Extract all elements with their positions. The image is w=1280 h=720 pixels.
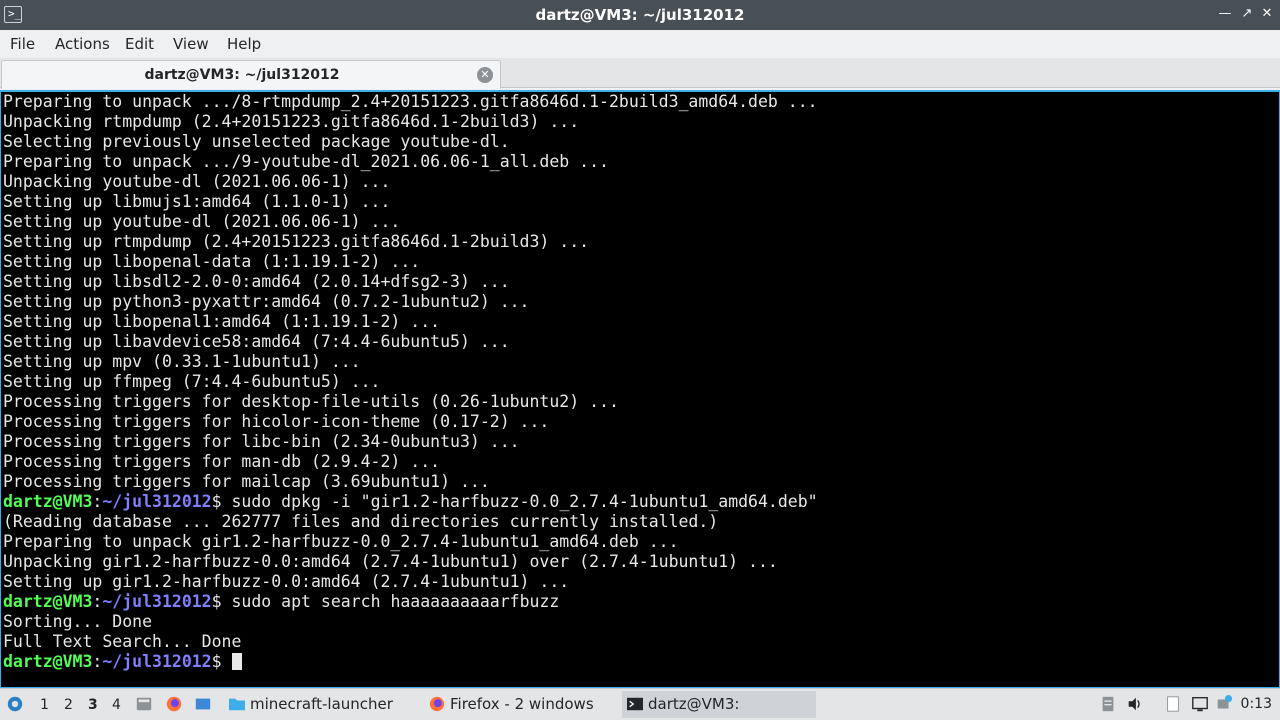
window-title: dartz@VM3: ~/jul312012 [535, 6, 745, 24]
prompt-path: ~/jul312012 [102, 652, 212, 671]
output-line: Setting up libmujs1:amd64 (1.1.0-1) ... [3, 192, 391, 211]
output-line: Preparing to unpack .../8-rtmpdump_2.4+2… [3, 92, 818, 111]
close-button[interactable]: ✕ [1258, 5, 1276, 23]
volume-icon[interactable] [1126, 695, 1144, 713]
output-line: Unpacking gir1.2-harfbuzz-0.0:amd64 (2.7… [3, 552, 778, 571]
task-label: minecraft-launcher [250, 695, 393, 713]
task-minecraft-launcher[interactable]: minecraft-launcher [224, 691, 416, 718]
output-line: Selecting previously unselected package … [3, 132, 510, 151]
workspace-1[interactable]: 1 [40, 697, 49, 713]
workspace-4[interactable]: 4 [112, 697, 121, 713]
output-line: Setting up libsdl2-2.0-0:amd64 (2.0.14+d… [3, 272, 510, 291]
output-line: Unpacking rtmpdump (2.4+20151223.gitfa86… [3, 112, 580, 131]
prompt-separator: : [92, 652, 103, 671]
menu-bar: File Actions Edit View Help [0, 30, 1280, 58]
output-line: Preparing to unpack gir1.2-harfbuzz-0.0_… [3, 532, 679, 551]
prompt-separator: : [92, 592, 103, 611]
output-line: Setting up rtmpdump (2.4+20151223.gitfa8… [3, 232, 590, 251]
workspace-3[interactable]: 3 [88, 697, 98, 713]
output-line: Full Text Search... Done [3, 632, 242, 651]
prompt-user: dartz@VM3 [3, 652, 93, 671]
prompt-symbol: $ [211, 492, 222, 511]
task-firefox[interactable]: Firefox - 2 windows [424, 691, 614, 718]
app-menu-icon[interactable] [6, 695, 24, 713]
network-icon[interactable] [1215, 695, 1233, 713]
maximize-button[interactable]: ↗ [1238, 5, 1256, 23]
prompt-user: dartz@VM3 [3, 592, 93, 611]
output-line: Setting up gir1.2-harfbuzz-0.0:amd64 (2.… [3, 572, 570, 591]
tab-bar: dartz@VM3: ~/jul312012 ✕ [0, 58, 1280, 89]
terminal-output: Preparing to unpack .../8-rtmpdump_2.4+2… [3, 92, 818, 672]
prompt-path: ~/jul312012 [102, 492, 212, 511]
prompt-path: ~/jul312012 [102, 592, 212, 611]
command-text: sudo dpkg -i "gir1.2-harfbuzz-0.0_2.7.4-… [221, 492, 818, 511]
menu-file[interactable]: File [10, 35, 35, 53]
desktop-launcher-icon[interactable] [194, 695, 212, 713]
prompt-separator: : [92, 492, 103, 511]
output-line: (Reading database ... 262777 files and d… [3, 512, 719, 531]
output-line: Setting up libopenal-data (1:1.19.1-2) .… [3, 252, 421, 271]
prompt-symbol: $ [211, 652, 222, 671]
window-titlebar[interactable]: >_ dartz@VM3: ~/jul312012 — ↗ ✕ [0, 0, 1280, 30]
taskbar: 1 2 3 4 minecraft-launcher Firefox - 2 w… [0, 688, 1280, 720]
task-terminal[interactable]: dartz@VM3: ~/jul312... [622, 691, 816, 718]
terminal-icon [627, 697, 643, 711]
output-line: Processing triggers for libc-bin (2.34-0… [3, 432, 520, 451]
notes-icon[interactable] [1164, 695, 1182, 713]
firefox-launcher-icon[interactable] [165, 695, 183, 713]
firefox-icon [429, 696, 445, 712]
output-line: Setting up libopenal1:amd64 (1:1.19.1-2)… [3, 312, 441, 331]
prompt-line: dartz@VM3:~/jul312012$ [3, 652, 818, 672]
output-line: Setting up youtube-dl (2021.06.06-1) ... [3, 212, 401, 231]
prompt-line: dartz@VM3:~/jul312012$ sudo dpkg -i "gir… [3, 492, 818, 512]
menu-actions[interactable]: Actions [55, 35, 110, 53]
menu-help[interactable]: Help [227, 35, 261, 53]
command-text [222, 652, 232, 671]
screen-icon[interactable] [1191, 695, 1209, 713]
clipboard-icon[interactable] [1099, 695, 1117, 713]
terminal-cursor [231, 653, 242, 670]
menu-view[interactable]: View [173, 35, 209, 53]
output-line: Setting up ffmpeg (7:4.4-6ubuntu5) ... [3, 372, 381, 391]
output-line: Setting up libavdevice58:amd64 (7:4.4-6u… [3, 332, 510, 351]
output-line: Setting up mpv (0.33.1-1ubuntu1) ... [3, 352, 361, 371]
output-line: Processing triggers for mailcap (3.69ubu… [3, 472, 490, 491]
output-line: Sorting... Done [3, 612, 153, 631]
task-label: Firefox - 2 windows [450, 695, 594, 713]
tab-terminal[interactable]: dartz@VM3: ~/jul312012 ✕ [1, 60, 501, 89]
output-line: Processing triggers for hicolor-icon-the… [3, 412, 550, 431]
prompt-user: dartz@VM3 [3, 492, 93, 511]
folder-icon [229, 698, 245, 711]
output-line: Processing triggers for desktop-file-uti… [3, 392, 619, 411]
output-line: Processing triggers for man-db (2.9.4-2)… [3, 452, 441, 471]
prompt-symbol: $ [211, 592, 222, 611]
output-line: Setting up python3-pyxattr:amd64 (0.7.2-… [3, 292, 530, 311]
terminal-view[interactable]: Preparing to unpack .../8-rtmpdump_2.4+2… [0, 90, 1280, 688]
minimize-button[interactable]: — [1216, 5, 1234, 23]
task-label: dartz@VM3: ~/jul312... [648, 695, 740, 713]
output-line: Unpacking youtube-dl (2021.06.06-1) ... [3, 172, 391, 191]
clock[interactable]: 0:13 [1241, 696, 1272, 712]
workspace-2[interactable]: 2 [64, 697, 73, 713]
output-line: Preparing to unpack .../9-youtube-dl_202… [3, 152, 609, 171]
show-desktop-icon[interactable] [135, 695, 153, 713]
tab-label: dartz@VM3: ~/jul312012 [144, 67, 340, 83]
command-text: sudo apt search haaaaaaaaaarfbuzz [221, 592, 560, 611]
prompt-line: dartz@VM3:~/jul312012$ sudo apt search h… [3, 592, 818, 612]
tab-close-icon[interactable]: ✕ [477, 67, 493, 83]
menu-edit[interactable]: Edit [125, 35, 154, 53]
